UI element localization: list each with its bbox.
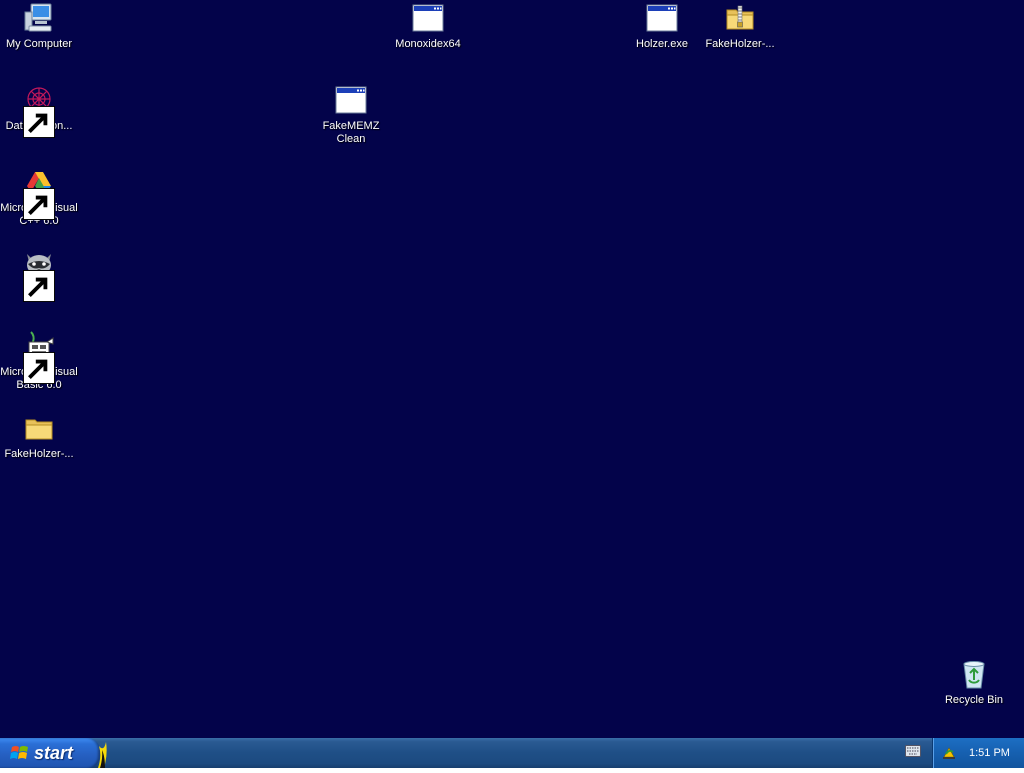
- desktop-icon-label: FakeMEMZ Clean: [322, 120, 380, 145]
- zip-folder-icon: [724, 2, 756, 34]
- desktop-icon-my-computer[interactable]: My Computer: [0, 2, 78, 51]
- windows-logo-icon: [10, 743, 30, 763]
- shortcut-arrow-icon: [23, 270, 55, 302]
- recycle-bin-icon: [958, 658, 990, 690]
- desktop-icon-holzer-exe[interactable]: Holzer.exe: [623, 2, 701, 51]
- desktop-icon-fakememz-clean[interactable]: FakeMEMZ Clean: [312, 84, 390, 146]
- desktop-icon-label: Recycle Bin: [944, 694, 1004, 706]
- visual-cpp-icon: [23, 166, 55, 220]
- desktop-icon-recycle-bin[interactable]: Recycle Bin: [935, 658, 1013, 707]
- taskbar-flame-decoration: [96, 738, 108, 768]
- shortcut-arrow-icon: [23, 352, 55, 384]
- start-button[interactable]: start: [0, 738, 100, 768]
- desktop-icon-label: Monoxidex64: [395, 38, 461, 50]
- folder-icon: [23, 412, 55, 444]
- desktop-icon-visual-basic[interactable]: Microsoft Visual Basic 6.0: [0, 330, 78, 392]
- desktop-icon-fakeholzer-zip[interactable]: FakeHolzer-...: [701, 2, 779, 51]
- shortcut-arrow-icon: [23, 106, 55, 138]
- desktop-icon-label: Holzer.exe: [636, 38, 688, 50]
- taskbar: start 1:51 PM: [0, 738, 1024, 768]
- desktop-icon-label: FakeHolzer-...: [705, 38, 775, 50]
- datawagon-icon: [23, 84, 55, 138]
- visual-basic-icon: [23, 330, 55, 384]
- keyboard-icon: [905, 744, 921, 762]
- application-window-icon: [335, 84, 367, 116]
- application-window-icon: [646, 2, 678, 34]
- system-tray: 1:51 PM: [932, 738, 1024, 768]
- desktop-icon-monoxidex64[interactable]: Monoxidex64: [389, 2, 467, 51]
- desktop-icon-label: My Computer: [5, 38, 73, 50]
- desktop-icon-label: FakeHolzer-...: [4, 448, 74, 460]
- application-window-icon: [412, 2, 444, 34]
- taskbar-clock[interactable]: 1:51 PM: [969, 747, 1010, 759]
- desktop-icon-visual-cpp[interactable]: Microsoft Visual C++ 6.0: [0, 166, 78, 228]
- start-label: start: [34, 742, 74, 763]
- mypal-raccoon-icon: [23, 248, 55, 302]
- desktop-icon-fakeholzer-folder[interactable]: FakeHolzer-...: [0, 412, 78, 461]
- desktop: My Computer DataWagon...: [0, 0, 1024, 738]
- shortcut-arrow-icon: [23, 188, 55, 220]
- my-computer-icon: [23, 2, 55, 34]
- language-bar[interactable]: [896, 738, 930, 768]
- desktop-icon-datawagon[interactable]: DataWagon...: [0, 84, 78, 138]
- network-update-icon[interactable]: [941, 745, 957, 761]
- desktop-icon-mypal[interactable]: Mypal: [0, 248, 78, 302]
